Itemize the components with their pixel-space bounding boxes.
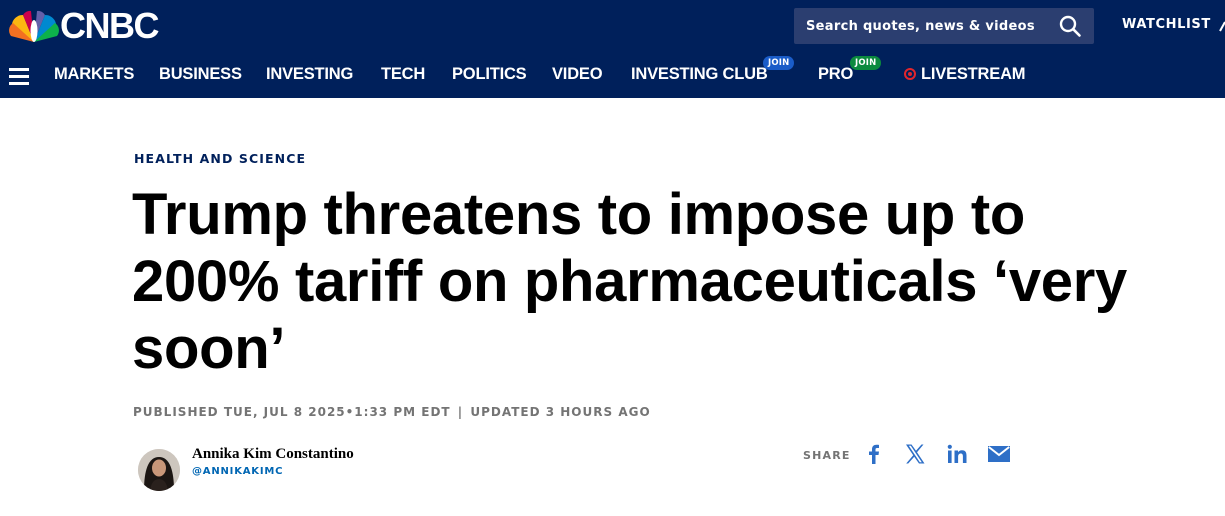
share-label: SHARE (803, 449, 851, 462)
facebook-icon[interactable] (862, 444, 886, 464)
nav-item-livestream[interactable]: LIVESTREAM (921, 65, 1026, 84)
headline-line: Trump threatens to impose up to (132, 182, 1025, 247)
search-bar[interactable]: Search quotes, news & videos (794, 8, 1094, 44)
section-label[interactable]: HEALTH AND SCIENCE (134, 151, 306, 166)
join-badge[interactable]: JOIN (850, 56, 882, 70)
article-headline: Trump threatens to impose up to 200% tar… (132, 181, 1225, 382)
nav-item-investing[interactable]: INVESTING (266, 65, 353, 84)
timestamp-separator: | (457, 405, 464, 419)
nav-item-investing-club[interactable]: INVESTING CLUB (631, 65, 768, 84)
main-nav: MARKETS BUSINESS INVESTING TECH POLITICS… (0, 54, 1225, 98)
article-timestamp: PUBLISHED TUE, JUL 8 2025•1:33 PM EDT | … (133, 405, 651, 419)
hamburger-menu-icon[interactable] (9, 68, 29, 85)
nav-item-pro[interactable]: PRO (818, 65, 853, 84)
nav-item-video[interactable]: VIDEO (552, 65, 603, 84)
peacock-logo-icon (9, 10, 59, 42)
headline-line: soon’ (132, 316, 286, 381)
nav-item-business[interactable]: BUSINESS (159, 65, 242, 84)
linkedin-icon[interactable] (946, 444, 970, 464)
site-header: CNBC Search quotes, news & videos WATCHL… (0, 0, 1225, 98)
cnbc-wordmark: CNBC (60, 5, 160, 46)
x-icon[interactable] (903, 444, 927, 464)
join-badge[interactable]: JOIN (763, 56, 795, 70)
published-time: PUBLISHED TUE, JUL 8 2025•1:33 PM EDT (133, 405, 451, 419)
watchlist-link[interactable]: WATCHLIST (1122, 17, 1211, 32)
author-handle[interactable]: @ANNIKAKIMC (192, 466, 283, 477)
nav-item-politics[interactable]: POLITICS (452, 65, 527, 84)
author-photo-icon (138, 449, 180, 491)
author-name[interactable]: Annika Kim Constantino (192, 446, 354, 463)
cnbc-logo[interactable]: CNBC (9, 5, 160, 46)
caret-up-icon[interactable] (1219, 20, 1225, 32)
author-avatar[interactable] (138, 449, 180, 491)
nav-item-tech[interactable]: TECH (381, 65, 425, 84)
search-icon[interactable] (1058, 14, 1082, 38)
nav-item-markets[interactable]: MARKETS (54, 65, 134, 84)
live-indicator-icon (904, 68, 916, 80)
email-icon[interactable] (987, 444, 1011, 464)
headline-line: 200% tariff on pharmaceuticals ‘very (132, 249, 1127, 314)
search-input[interactable]: Search quotes, news & videos (806, 19, 1035, 34)
updated-time: UPDATED 3 HOURS AGO (470, 405, 651, 419)
